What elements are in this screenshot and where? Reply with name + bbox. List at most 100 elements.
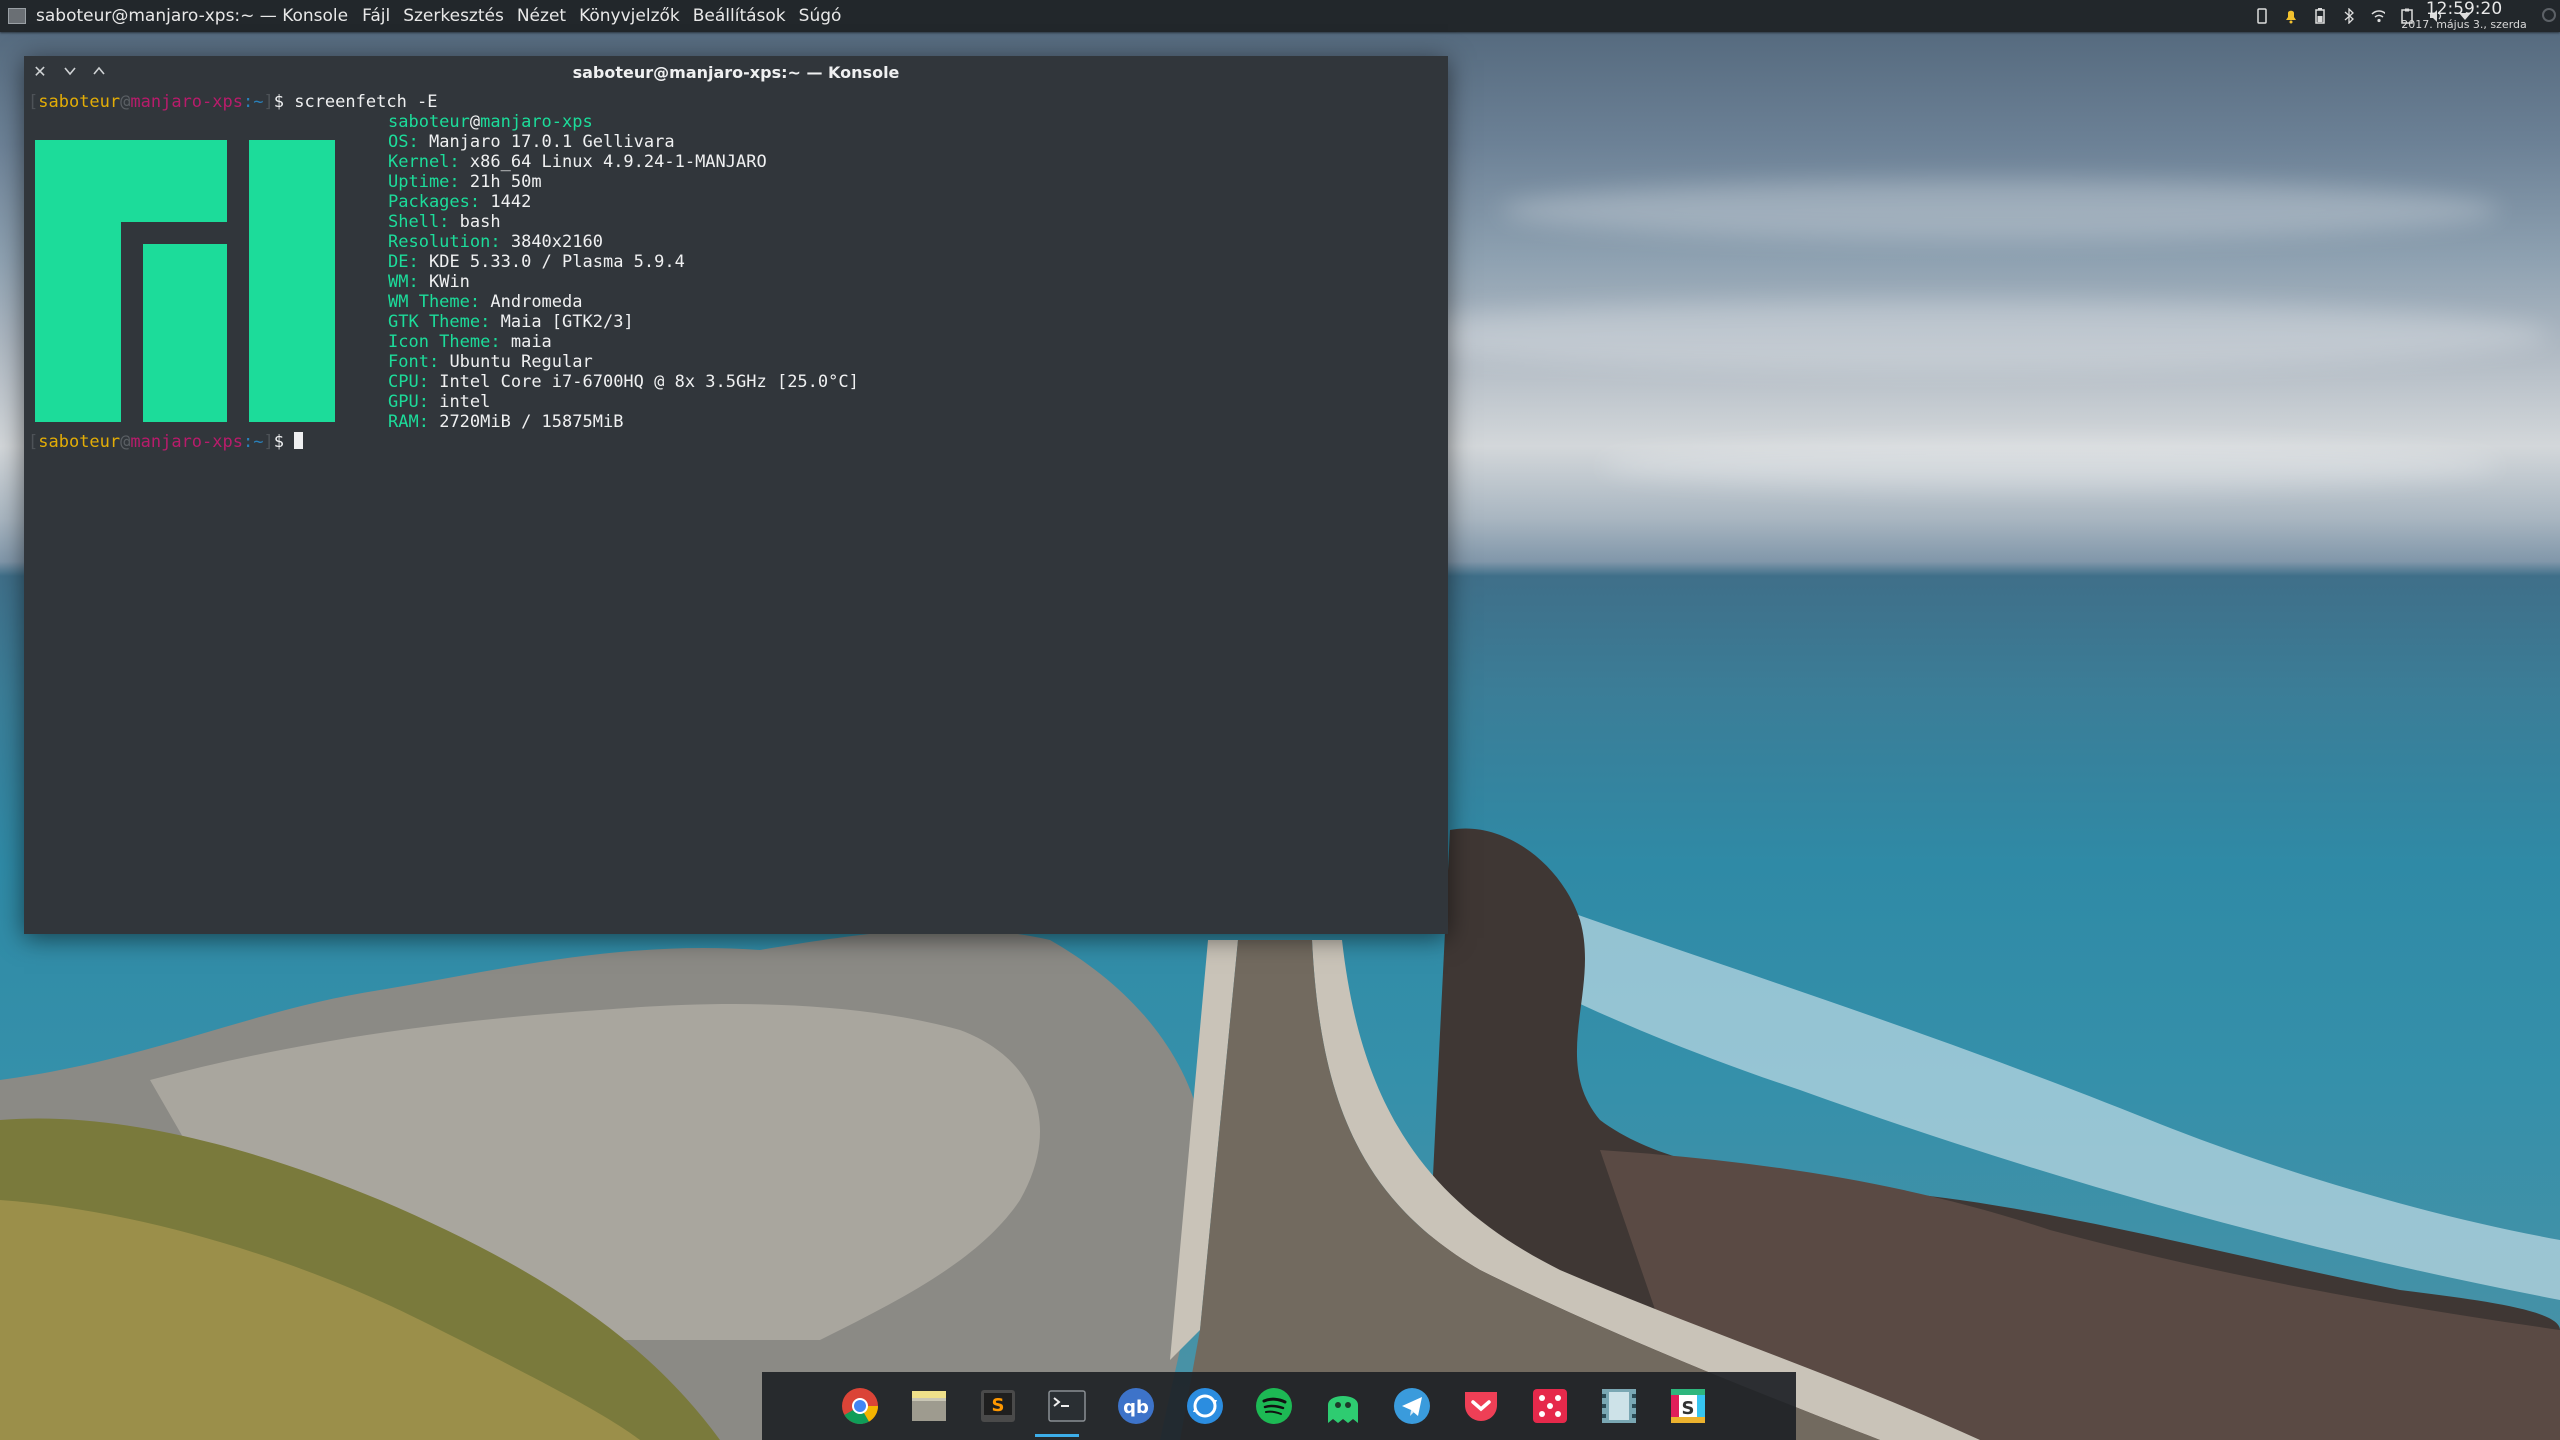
- info-line: Kernel: x86_64 Linux 4.9.24-1-MANJARO: [388, 152, 767, 172]
- prompt-user: saboteur: [38, 432, 121, 452]
- info-value: bash: [459, 212, 501, 232]
- info-label: OS:: [388, 132, 419, 152]
- info-line: Uptime: 21h 50m: [388, 172, 542, 192]
- prompt-bracket-open: [: [28, 432, 39, 452]
- clock-time: 12:59:20: [2425, 0, 2503, 19]
- menu-bookmarks[interactable]: Könyvjelzők: [579, 6, 680, 26]
- info-value: intel: [439, 392, 491, 412]
- window-titlebar[interactable]: ✕ saboteur@manjaro-xps:~ — Konsole: [24, 56, 1448, 88]
- slack-icon[interactable]: S: [1668, 1386, 1708, 1426]
- info-value: 3840x2160: [510, 232, 603, 252]
- info-value: Ubuntu Regular: [449, 352, 593, 372]
- info-label: Uptime:: [388, 172, 460, 192]
- info-value: Manjaro 17.0.1 Gellivara: [428, 132, 675, 152]
- info-label: GPU:: [388, 392, 429, 412]
- prompt-user: saboteur: [38, 92, 121, 112]
- dice-icon[interactable]: [1530, 1386, 1570, 1426]
- info-line: DE: KDE 5.33.0 / Plasma 5.9.4: [388, 252, 685, 272]
- digital-clock[interactable]: 12:59:20 2017. május 3., szerda: [2394, 0, 2534, 32]
- konsole-window: ✕ saboteur@manjaro-xps:~ — Konsole [sabo…: [24, 56, 1448, 934]
- info-value: 2720MiB / 15875MiB: [439, 412, 624, 432]
- menu-help[interactable]: Súgó: [799, 6, 842, 26]
- spotify-icon[interactable]: [1254, 1386, 1294, 1426]
- info-value: 21h 50m: [469, 172, 542, 192]
- active-window-title: saboteur@manjaro-xps:~ — Konsole: [36, 6, 349, 26]
- text-cursor: [294, 432, 304, 449]
- info-line: Resolution: 3840x2160: [388, 232, 603, 252]
- dock: S qb S: [762, 1372, 1796, 1440]
- info-label: CPU:: [388, 372, 429, 392]
- info-value: Andromeda: [490, 292, 583, 312]
- prompt-line: [saboteur@manjaro-xps:~]$ screenfetch -E: [28, 92, 438, 112]
- info-line: WM Theme: Andromeda: [388, 292, 583, 312]
- info-label: WM Theme:: [388, 292, 481, 312]
- svg-text:S: S: [992, 1395, 1005, 1416]
- info-line: CPU: Intel Core i7-6700HQ @ 8x 3.5GHz [2…: [388, 372, 859, 392]
- info-value: KWin: [428, 272, 470, 292]
- wifi-icon[interactable]: [2371, 8, 2385, 24]
- prompt-symbol: $: [273, 92, 284, 112]
- menu-settings[interactable]: Beállítások: [693, 6, 786, 26]
- info-label: RAM:: [388, 412, 429, 432]
- info-line: Font: Ubuntu Regular: [388, 352, 593, 372]
- menu-view[interactable]: Nézet: [517, 6, 566, 26]
- info-line: RAM: 2720MiB / 15875MiB: [388, 412, 623, 432]
- info-value: x86_64 Linux 4.9.24-1-MANJARO: [469, 152, 767, 172]
- telegram-icon[interactable]: [1392, 1386, 1432, 1426]
- info-value: KDE 5.33.0 / Plasma 5.9.4: [428, 252, 685, 272]
- sublime-text-icon[interactable]: S: [978, 1386, 1018, 1426]
- prompt-path: :~: [242, 432, 264, 452]
- ghost-icon[interactable]: [1323, 1386, 1363, 1426]
- terminal-view[interactable]: [saboteur@manjaro-xps:~]$ screenfetch -E…: [24, 88, 1448, 934]
- command-text: screenfetch -E: [294, 92, 438, 112]
- info-value: 1442: [490, 192, 532, 212]
- prompt-bracket-close: ]: [263, 432, 274, 452]
- konsole-app-icon[interactable]: [8, 8, 26, 24]
- info-line: WM: KWin: [388, 272, 470, 292]
- qbittorrent-icon[interactable]: qb: [1116, 1386, 1156, 1426]
- prompt-at: @: [120, 92, 131, 112]
- info-label: Kernel:: [388, 152, 460, 172]
- window-title: saboteur@manjaro-xps:~ — Konsole: [572, 63, 900, 82]
- phone-icon[interactable]: [2255, 8, 2269, 24]
- panel-settings-icon[interactable]: [2542, 8, 2556, 22]
- info-label: Packages:: [388, 192, 481, 212]
- chrome-icon[interactable]: [840, 1386, 880, 1426]
- info-label: Resolution:: [388, 232, 501, 252]
- info-at: @: [469, 112, 481, 132]
- info-user: saboteur: [388, 112, 470, 132]
- clock-date: 2017. május 3., szerda: [2401, 18, 2527, 31]
- info-label: Font:: [388, 352, 440, 372]
- info-line: Icon Theme: maia: [388, 332, 552, 352]
- battery-icon[interactable]: [2313, 8, 2327, 24]
- top-panel: saboteur@manjaro-xps:~ — Konsole Fájl Sz…: [0, 0, 2560, 32]
- prompt-path: :~: [242, 92, 264, 112]
- menu-file[interactable]: Fájl: [362, 6, 390, 26]
- info-line: GTK Theme: Maia [GTK2/3]: [388, 312, 634, 332]
- bluetooth-icon[interactable]: [2342, 8, 2356, 24]
- file-manager-icon[interactable]: [909, 1386, 949, 1426]
- info-host: manjaro-xps: [480, 112, 593, 132]
- svg-text:S: S: [1682, 1398, 1695, 1419]
- pocket-icon[interactable]: [1461, 1386, 1501, 1426]
- svg-text:qb: qb: [1123, 1397, 1149, 1418]
- prompt-bracket-close: ]: [263, 92, 274, 112]
- info-label: DE:: [388, 252, 419, 272]
- sync-icon[interactable]: [1185, 1386, 1225, 1426]
- manjaro-logo: [35, 140, 335, 422]
- info-line: Shell: bash: [388, 212, 501, 232]
- konsole-icon[interactable]: [1047, 1386, 1087, 1426]
- menu-edit[interactable]: Szerkesztés: [403, 6, 504, 26]
- info-label: GTK Theme:: [388, 312, 491, 332]
- info-line: Packages: 1442: [388, 192, 531, 212]
- info-line: GPU: intel: [388, 392, 490, 412]
- info-header: saboteur@manjaro-xps: [388, 112, 593, 132]
- video-player-icon[interactable]: [1599, 1386, 1639, 1426]
- notification-bell-icon[interactable]: [2284, 8, 2298, 24]
- prompt-host: manjaro-xps: [130, 432, 243, 452]
- prompt-host: manjaro-xps: [130, 92, 243, 112]
- prompt-bracket-open: [: [28, 92, 39, 112]
- info-label: Icon Theme:: [388, 332, 501, 352]
- info-label: WM:: [388, 272, 419, 292]
- prompt-line: [saboteur@manjaro-xps:~]$: [28, 432, 304, 452]
